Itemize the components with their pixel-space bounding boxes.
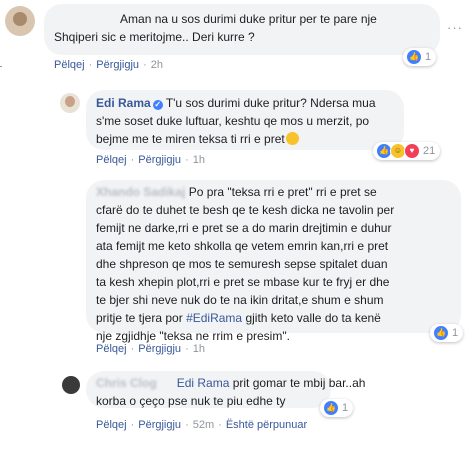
like-reaction-icon: 👍 <box>406 49 422 65</box>
comment-actions: Pëlqej · Përgjigju · 1h <box>96 343 205 355</box>
like-link[interactable]: Pëlqej <box>96 419 127 431</box>
edited-link[interactable]: Është përpunuar <box>226 419 307 431</box>
like-link[interactable]: Pëlqej <box>54 59 85 71</box>
comment-actions: Pëlqej · Përgjigju · 52m · Është përpunuar <box>96 419 308 431</box>
like-reaction-icon: 👍 <box>433 325 449 341</box>
divider <box>0 66 2 67</box>
timestamp[interactable]: 2h <box>151 59 163 71</box>
comment-actions: Pëlqej · Përgjigju · 1h <box>96 154 205 166</box>
comment-text: Xhando Sadikaj Po pra "teksa rri e pret"… <box>96 185 395 343</box>
comment-actions: Pëlqej · Përgjigju · 2h <box>54 59 163 71</box>
timestamp[interactable]: 1h <box>193 343 205 355</box>
verified-badge-icon: ✓ <box>152 100 163 110</box>
love-reaction-icon: ♥ <box>404 143 420 159</box>
hashtag-link[interactable]: #EdiRama <box>186 311 242 325</box>
author-name-redacted[interactable]: Chris Clog <box>96 376 157 390</box>
comment-text: Aman na u sos durimi duke pritur per te … <box>54 12 377 44</box>
reply-link[interactable]: Përgjigju <box>138 419 181 431</box>
reaction-count[interactable]: 👍 1 <box>430 324 464 342</box>
comment-text: Edi Rama ✓ T'u sos durimi duke pritur? Nd… <box>96 96 376 146</box>
like-link[interactable]: Pëlqej <box>96 343 127 355</box>
reaction-count[interactable]: 👍 1 <box>320 399 354 417</box>
author-name[interactable]: Edi Rama ✓ <box>96 96 163 110</box>
author-name-redacted[interactable]: Xhando Sadikaj <box>96 185 185 199</box>
avatar[interactable] <box>62 376 80 394</box>
reaction-count[interactable]: 👍 1 <box>403 48 437 66</box>
timestamp[interactable]: 1h <box>193 154 205 166</box>
reply-link[interactable]: Përgjigju <box>96 59 139 71</box>
author-name-redacted[interactable] <box>54 12 87 26</box>
like-link[interactable]: Pëlqej <box>96 154 127 166</box>
reply-link[interactable]: Përgjigju <box>138 343 181 355</box>
mention-link[interactable]: Edi Rama <box>177 376 230 390</box>
like-reaction-icon: 👍 <box>323 400 339 416</box>
reply-link[interactable]: Përgjigju <box>138 154 181 166</box>
reaction-count[interactable]: 👍 ☺ ♥ 21 <box>373 142 441 160</box>
timestamp[interactable]: 52m <box>193 419 214 431</box>
smile-emoji-icon <box>285 132 299 145</box>
more-options-icon[interactable]: ··· <box>447 20 463 35</box>
avatar[interactable] <box>5 6 35 36</box>
avatar[interactable] <box>60 93 80 113</box>
